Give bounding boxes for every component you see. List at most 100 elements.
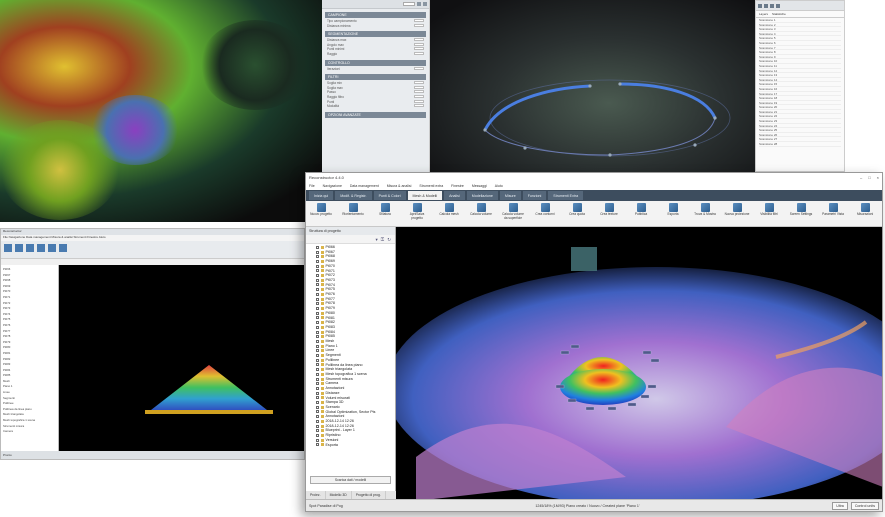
settings-row-input[interactable] bbox=[414, 94, 424, 98]
menu-item[interactable]: Data management bbox=[350, 184, 379, 188]
settings-row-input[interactable] bbox=[414, 85, 424, 89]
tree-checkbox[interactable] bbox=[316, 278, 319, 282]
settings-row-input[interactable] bbox=[414, 81, 424, 85]
tree-checkbox[interactable] bbox=[316, 443, 319, 447]
load-icon[interactable] bbox=[423, 2, 427, 6]
add-icon[interactable] bbox=[764, 3, 768, 8]
ribbon-button[interactable]: Trova & Mostra bbox=[692, 203, 718, 217]
tree-checkbox[interactable] bbox=[316, 368, 319, 372]
tree-checkbox[interactable] bbox=[316, 401, 319, 405]
tree-checkbox[interactable] bbox=[316, 306, 319, 310]
ribbon-tab[interactable]: Punti & Colori bbox=[373, 191, 406, 200]
ribbon-tab[interactable]: Analisi bbox=[444, 191, 465, 200]
volume-icon[interactable] bbox=[48, 244, 56, 252]
tree-checkbox[interactable] bbox=[316, 321, 319, 325]
menu-item[interactable]: File bbox=[309, 184, 315, 188]
tree-checkbox[interactable] bbox=[316, 297, 319, 301]
ribbon-button[interactable]: Crea contorni bbox=[532, 203, 558, 217]
ribbon-button[interactable]: Pubblica bbox=[628, 203, 654, 217]
tree-checkbox[interactable] bbox=[316, 424, 319, 428]
control-units-button[interactable]: Control units bbox=[850, 501, 879, 510]
tree-checkbox[interactable] bbox=[316, 269, 319, 273]
delete-icon[interactable] bbox=[770, 3, 774, 8]
settings-row-input[interactable] bbox=[414, 66, 424, 70]
tree-checkbox[interactable] bbox=[316, 292, 319, 296]
ribbon-button[interactable]: Parametri Vista bbox=[820, 203, 846, 217]
open-icon[interactable] bbox=[15, 244, 23, 252]
ribbon-tab[interactable]: Funzioni bbox=[522, 191, 547, 200]
ribbon-button[interactable]: Screen Settings bbox=[788, 203, 814, 217]
tree-checkbox[interactable] bbox=[316, 438, 319, 442]
tree-checkbox[interactable] bbox=[316, 316, 319, 320]
menu-item[interactable]: Finestre bbox=[451, 184, 464, 188]
tree-checkbox[interactable] bbox=[316, 386, 319, 390]
bottom-tab[interactable]: Progetto di prog. bbox=[352, 491, 386, 499]
tree-checkbox[interactable] bbox=[316, 377, 319, 381]
minimize-button[interactable]: – bbox=[860, 175, 862, 180]
tree-checkbox[interactable] bbox=[316, 330, 319, 334]
expand-icon[interactable]: ▾ bbox=[376, 237, 378, 242]
tab-statistics[interactable]: Statistiche bbox=[772, 12, 786, 16]
scan-path-view[interactable] bbox=[430, 0, 755, 172]
tree-checkbox[interactable] bbox=[316, 349, 319, 353]
lock-icon[interactable]: ⚿ bbox=[381, 237, 384, 242]
tree-checkbox[interactable] bbox=[316, 344, 319, 348]
tree-checkbox[interactable] bbox=[316, 358, 319, 362]
ribbon-button[interactable]: Esporta bbox=[660, 203, 686, 217]
bottom-tab[interactable]: Proiez. bbox=[306, 491, 326, 499]
tree-checkbox[interactable] bbox=[316, 433, 319, 437]
tree-checkbox[interactable] bbox=[316, 264, 319, 268]
bottom-tab[interactable]: Modello 3D bbox=[326, 491, 352, 499]
settings-row-input[interactable] bbox=[414, 51, 424, 55]
save-icon[interactable] bbox=[417, 2, 421, 6]
menu-item[interactable]: Messaggi bbox=[472, 184, 487, 188]
maximize-button[interactable]: □ bbox=[868, 175, 870, 180]
measure-icon[interactable] bbox=[59, 244, 67, 252]
ribbon-tab[interactable]: Strumenti Extra bbox=[548, 191, 584, 200]
tree-checkbox[interactable] bbox=[316, 405, 319, 409]
settings-row-input[interactable] bbox=[414, 42, 424, 46]
tree-checkbox[interactable] bbox=[316, 255, 319, 259]
tree-checkbox[interactable] bbox=[316, 245, 319, 249]
settings-section-header[interactable]: FILTRI bbox=[325, 74, 426, 81]
settings-row-input[interactable] bbox=[414, 19, 424, 22]
ribbon-button[interactable]: Crea texture bbox=[596, 203, 622, 217]
small-tree-item[interactable]: Camera bbox=[3, 429, 56, 435]
ribbon-button[interactable]: Calcola volume da superficie bbox=[500, 203, 526, 220]
ribbon-button[interactable]: Crea quota bbox=[564, 203, 590, 217]
settings-row-input[interactable] bbox=[414, 104, 424, 108]
download-data-button[interactable]: Scarica dati / modelli bbox=[310, 476, 391, 484]
settings-section-header[interactable]: CAMPIONE bbox=[325, 12, 426, 18]
tree-checkbox[interactable] bbox=[316, 391, 319, 395]
tree-checkbox[interactable] bbox=[316, 335, 319, 339]
close-button[interactable]: × bbox=[877, 175, 879, 180]
ribbon-button[interactable]: Visibilità filtri bbox=[756, 203, 782, 217]
tree-checkbox[interactable] bbox=[316, 354, 319, 358]
settings-row-input[interactable] bbox=[414, 90, 424, 94]
save-icon[interactable] bbox=[26, 244, 34, 252]
settings-row-input[interactable] bbox=[414, 99, 424, 103]
refresh-icon[interactable]: ↻ bbox=[387, 237, 391, 242]
tree-checkbox[interactable] bbox=[316, 339, 319, 343]
ribbon-tab[interactable]: Misure bbox=[499, 191, 521, 200]
tree-checkbox[interactable] bbox=[316, 363, 319, 367]
mesh-icon[interactable] bbox=[37, 244, 45, 252]
ribbon-button[interactable]: Calcola mesh bbox=[436, 203, 462, 217]
tree-checkbox[interactable] bbox=[316, 250, 319, 254]
tree-checkbox[interactable] bbox=[316, 283, 319, 287]
ribbon-button[interactable]: Calcola volume bbox=[468, 203, 494, 217]
menu-item[interactable]: Misura & analisi bbox=[387, 184, 412, 188]
tab-layers[interactable]: Layers bbox=[759, 12, 768, 16]
ribbon-button[interactable]: Apri/Salva progetto bbox=[404, 203, 430, 220]
tree-checkbox[interactable] bbox=[316, 410, 319, 414]
tree-checkbox[interactable] bbox=[316, 274, 319, 278]
ribbon-button[interactable]: Misurazioni bbox=[852, 203, 878, 217]
tree-checkbox[interactable] bbox=[316, 372, 319, 376]
settings-row-input[interactable] bbox=[414, 38, 424, 42]
ribbon-tab[interactable]: Mesh & Modelli bbox=[407, 191, 443, 200]
tree-checkbox[interactable] bbox=[316, 396, 319, 400]
settings-section-header[interactable]: SEGMENTAZIONE bbox=[325, 31, 426, 38]
point-cloud-view-topleft[interactable] bbox=[0, 0, 322, 222]
tree-checkbox[interactable] bbox=[316, 311, 319, 315]
tree-checkbox[interactable] bbox=[316, 415, 319, 419]
